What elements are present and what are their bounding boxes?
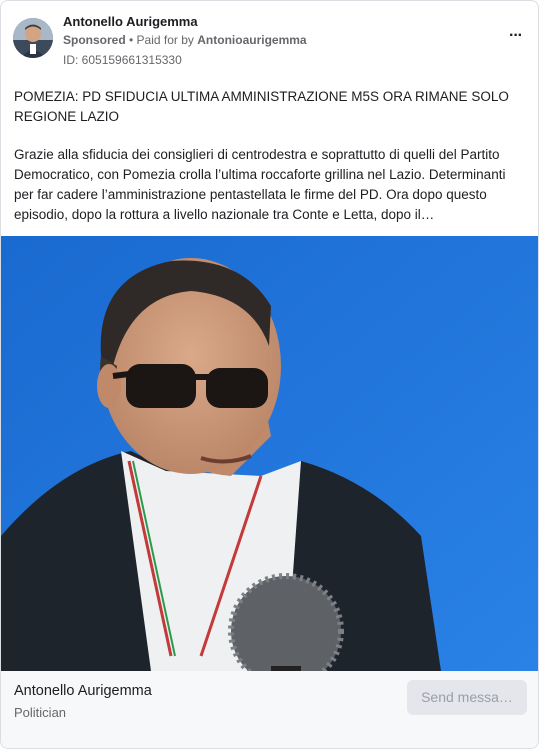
sponsored-label: Sponsored xyxy=(63,33,126,47)
sponsored-line: Sponsored • Paid for by Antonioaurigemma xyxy=(63,33,307,47)
footer-category: Politician xyxy=(14,705,67,720)
avatar-image xyxy=(13,18,53,58)
send-message-button[interactable]: Send messa… xyxy=(407,680,527,715)
paid-for-prefix: Paid for by xyxy=(136,33,198,47)
ad-headline: POMEZIA: PD SFIDUCIA ULTIMA AMMINISTRAZI… xyxy=(14,89,509,124)
ad-header: Antonello Aurigemma Sponsored • Paid for… xyxy=(13,13,526,73)
avatar[interactable] xyxy=(13,18,53,58)
ad-footer: Antonello Aurigemma Politician Send mess… xyxy=(1,671,538,748)
paid-for-by[interactable]: Antonioaurigemma xyxy=(197,33,306,47)
ad-card: Antonello Aurigemma Sponsored • Paid for… xyxy=(0,0,539,749)
page-name[interactable]: Antonello Aurigemma xyxy=(63,14,198,29)
ad-image[interactable] xyxy=(1,236,538,671)
portrait-image xyxy=(1,236,538,671)
ad-id: ID: 605159661315330 xyxy=(63,53,182,67)
footer-page-name[interactable]: Antonello Aurigemma xyxy=(14,683,152,699)
ad-body: POMEZIA: PD SFIDUCIA ULTIMA AMMINISTRAZI… xyxy=(14,87,528,225)
separator-dot: • xyxy=(125,33,137,47)
ad-paragraph: Grazie alla sfiducia dei consiglieri di … xyxy=(14,147,506,222)
more-horizontal-icon: ··· xyxy=(509,27,523,44)
more-options-button[interactable]: ··· xyxy=(509,27,523,45)
